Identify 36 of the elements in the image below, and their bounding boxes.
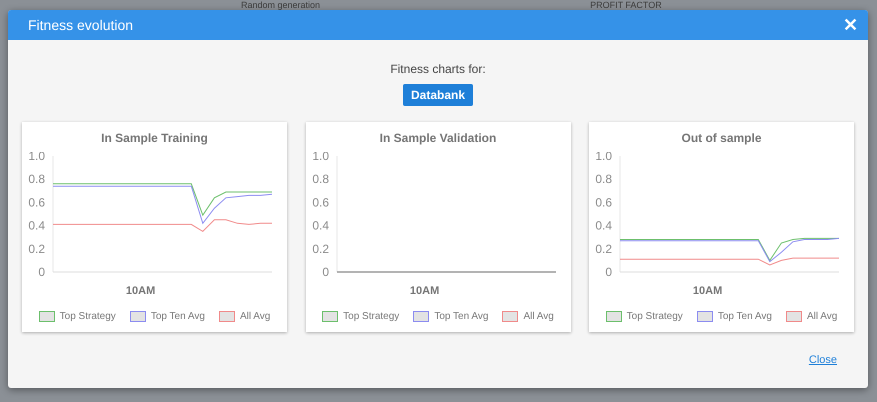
x-axis-label: 10AM <box>126 285 156 297</box>
y-tick-label: 0.2 <box>28 242 45 256</box>
x-axis-label: 10AM <box>692 285 722 297</box>
y-tick-label: 0.4 <box>595 218 612 233</box>
y-tick-label: 0.6 <box>595 195 612 210</box>
y-tick-label: 0.8 <box>28 172 45 186</box>
y-tick-label: 0.4 <box>312 218 328 233</box>
legend-label: Top Strategy <box>626 310 683 324</box>
legend-label: Top Ten Avg <box>150 310 205 324</box>
chart-title: Out of sample <box>681 130 762 146</box>
y-tick-label: 0 <box>605 265 612 279</box>
y-tick-label: 0.4 <box>28 218 45 233</box>
background-text: PROFIT FACTOR <box>590 0 662 10</box>
x-axis-label: 10AM <box>409 285 439 297</box>
subtitle: Fitness charts for: <box>390 62 486 76</box>
y-tick-label: 0 <box>322 265 328 279</box>
legend-label: All Avg <box>240 310 270 324</box>
background-text: Random generation <box>241 0 320 10</box>
legend-label: Top Ten Avg <box>434 310 488 324</box>
y-tick-label: 0.2 <box>312 242 328 256</box>
y-tick-label: 0.8 <box>312 172 328 186</box>
legend-label: All Avg <box>523 310 554 324</box>
dialog-title: Fitness evolution <box>28 16 134 34</box>
legend-label: Top Strategy <box>60 310 116 324</box>
legend-label: All Avg <box>806 310 838 324</box>
y-tick-label: 0.2 <box>595 242 612 256</box>
chart-title: In Sample Validation <box>380 130 496 146</box>
y-tick-label: 0.6 <box>312 195 328 210</box>
close-link[interactable]: Close <box>808 352 837 368</box>
chart-title: In Sample Training <box>101 130 208 146</box>
y-tick-label: 0.8 <box>595 172 612 186</box>
databank-button[interactable]: Databank <box>402 84 474 106</box>
y-tick-label: 0 <box>38 265 45 279</box>
legend-label: Top Ten Avg <box>718 310 772 324</box>
y-tick-label: 0.6 <box>28 195 45 210</box>
legend-label: Top Strategy <box>343 310 400 324</box>
